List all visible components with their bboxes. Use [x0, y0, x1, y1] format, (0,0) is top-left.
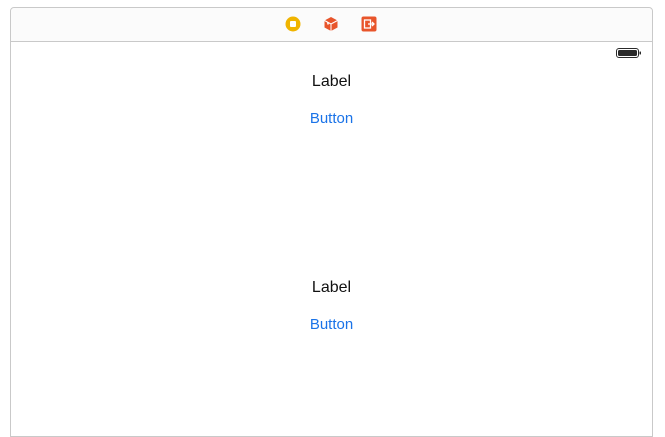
first-responder-icon[interactable]: [322, 15, 340, 33]
scene-dock-icons: [11, 15, 652, 33]
bottom-button[interactable]: Button: [11, 316, 652, 333]
exit-icon[interactable]: [360, 15, 378, 33]
battery-icon: [616, 46, 642, 58]
top-label: Label: [311, 73, 352, 90]
bottom-label: Label: [311, 279, 352, 296]
view-controller-icon[interactable]: [284, 15, 302, 33]
view-controller-scene[interactable]: Label Button Label Button: [10, 7, 653, 437]
scene-dock: [11, 8, 652, 42]
top-button[interactable]: Button: [11, 110, 652, 127]
